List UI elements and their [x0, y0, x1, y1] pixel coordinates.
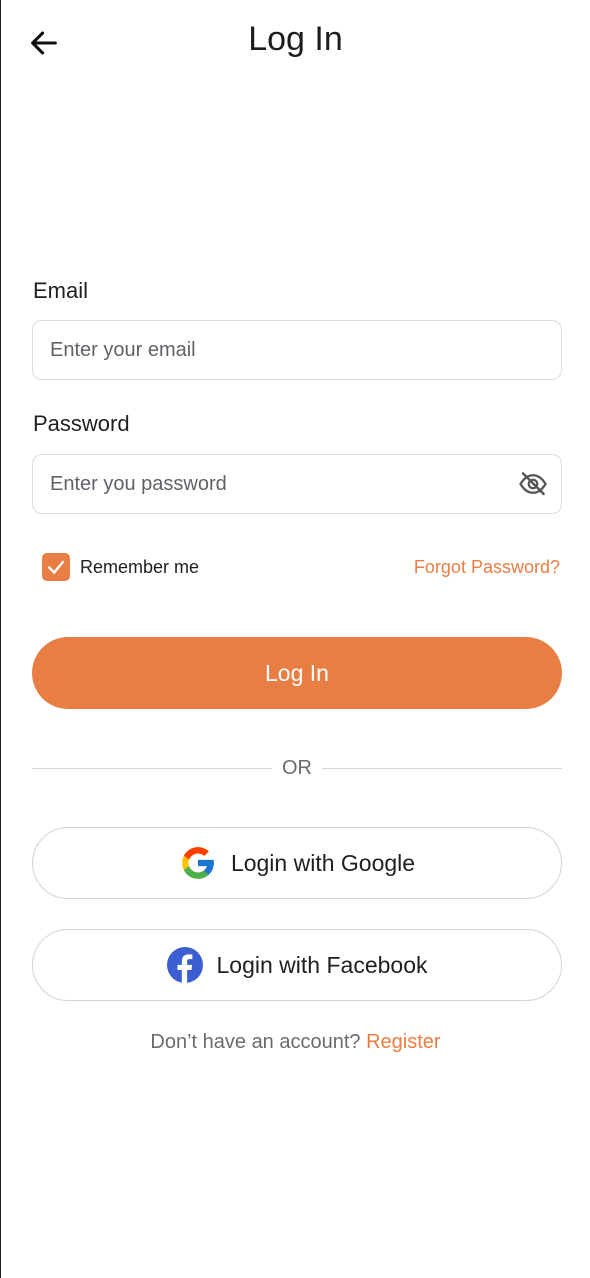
google-icon: [179, 844, 217, 882]
eye-off-icon: [519, 472, 547, 496]
screen: Log In Email Password Remember me Forgot…: [0, 0, 590, 1278]
email-field[interactable]: [50, 321, 510, 379]
checkmark-icon: [47, 560, 65, 574]
login-button[interactable]: Log In: [32, 637, 562, 709]
email-field-container: [32, 320, 562, 380]
password-label: Password: [33, 411, 130, 436]
facebook-icon: [166, 947, 203, 983]
password-field[interactable]: [50, 455, 510, 513]
arrow-left-icon: [31, 31, 57, 55]
forgot-password-link[interactable]: Forgot Password?: [414, 557, 560, 578]
divider-line-left: [32, 767, 272, 769]
password-field-container: [32, 454, 562, 514]
or-divider: OR: [32, 754, 562, 782]
facebook-button-label: Login with Facebook: [216, 951, 428, 978]
register-prompt: Don’t have an account? Register: [1, 1031, 590, 1054]
no-account-text: Don’t have an account?: [150, 1031, 361, 1053]
login-with-google-button[interactable]: Login with Google: [32, 827, 562, 899]
back-button[interactable]: [23, 22, 65, 64]
page-title: Log In: [248, 20, 343, 58]
remember-me-label: Remember me: [80, 556, 200, 577]
or-label: OR: [282, 756, 312, 779]
register-link[interactable]: Register: [366, 1031, 440, 1053]
google-button-label: Login with Google: [230, 849, 416, 876]
checkbox-checked[interactable]: [42, 553, 70, 581]
email-label: Email: [33, 278, 89, 303]
remember-me-checkbox[interactable]: Remember me: [42, 553, 199, 581]
password-visibility-toggle[interactable]: [517, 469, 549, 499]
login-with-facebook-button[interactable]: Login with Facebook: [32, 929, 562, 1001]
divider-line-right: [322, 767, 562, 769]
